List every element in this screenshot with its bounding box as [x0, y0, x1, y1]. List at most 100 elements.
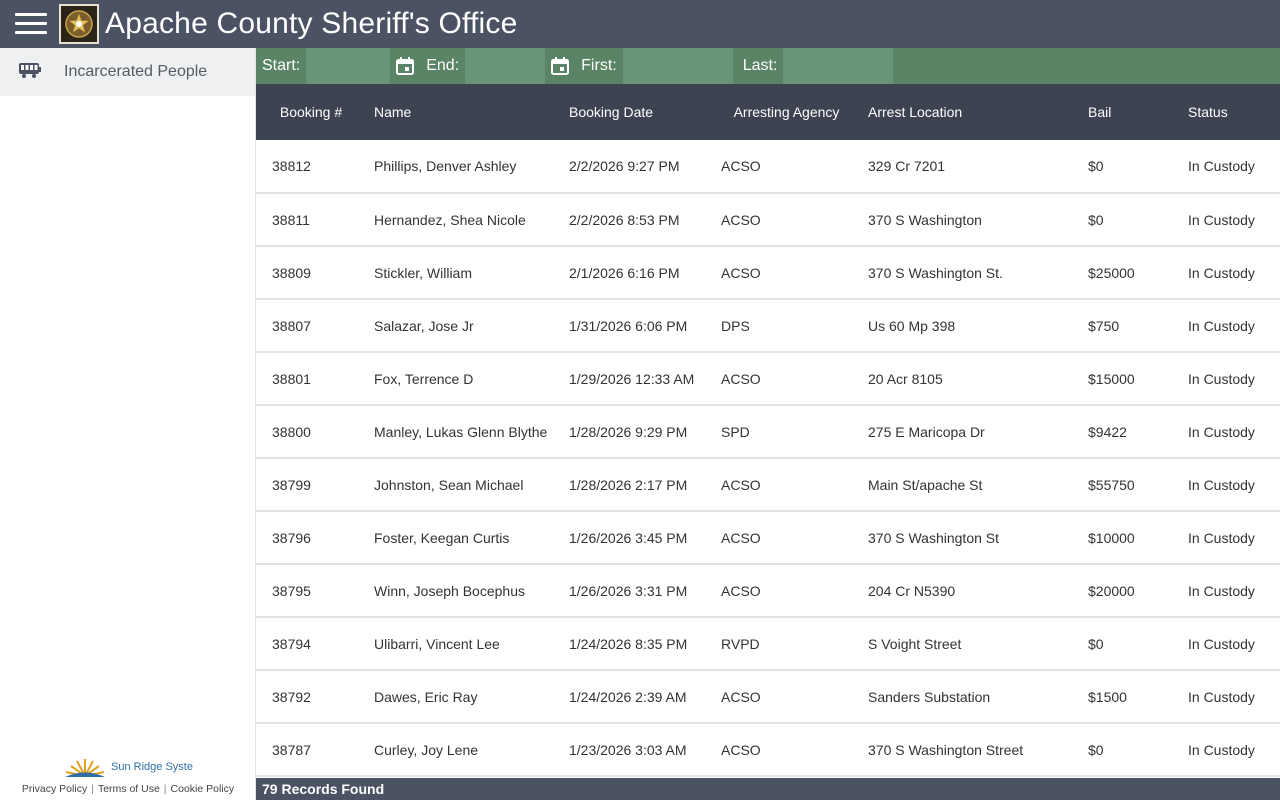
cell-name: Phillips, Denver Ashley — [366, 140, 561, 194]
cell-name: Fox, Terrence D — [366, 352, 561, 406]
inmate-table: Booking # Name Booking Date Arresting Ag… — [256, 84, 1280, 777]
cell-date: 2/2/2026 9:27 PM — [561, 140, 713, 194]
last-name-input[interactable] — [783, 48, 894, 84]
terms-of-use-link[interactable]: Terms of Use — [98, 783, 160, 795]
cell-booking: 38811 — [256, 193, 366, 247]
sidebar: Incarcerated People Sun Ridge Syste Priv… — [0, 48, 256, 800]
last-label: Last: — [742, 57, 778, 74]
cell-status: In Custody — [1180, 511, 1280, 565]
cell-date: 1/26/2026 3:31 PM — [561, 564, 713, 618]
cell-bail: $1500 — [1080, 670, 1180, 724]
col-header-name[interactable]: Name — [366, 84, 561, 140]
cell-name: Stickler, William — [366, 246, 561, 300]
cell-name: Ulibarri, Vincent Lee — [366, 617, 561, 671]
col-header-bail[interactable]: Bail — [1080, 84, 1180, 140]
table-row[interactable]: 38811 Hernandez, Shea Nicole 2/2/2026 8:53… — [256, 193, 1280, 247]
table-row[interactable]: 38792 Dawes, Eric Ray 1/24/2026 2:39 AM ACS… — [256, 670, 1280, 724]
cell-agency: SPD — [713, 405, 860, 459]
cell-booking: 38799 — [256, 458, 366, 512]
cell-status: In Custody — [1180, 405, 1280, 459]
cell-status: In Custody — [1180, 617, 1280, 671]
table-row[interactable]: 38794 Ulibarri, Vincent Lee 1/24/2026 8:35… — [256, 617, 1280, 671]
cell-status: In Custody — [1180, 723, 1280, 777]
cell-bail: $25000 — [1080, 246, 1180, 300]
sunrise-icon — [65, 759, 106, 777]
first-name-input[interactable] — [622, 48, 733, 84]
cell-booking: 38795 — [256, 564, 366, 618]
cell-date: 1/26/2026 3:45 PM — [561, 511, 713, 565]
table-row[interactable]: 38809 Stickler, William 2/1/2026 6:16 PM AC… — [256, 246, 1280, 300]
col-header-location[interactable]: Arrest Location — [860, 84, 1080, 140]
table-row[interactable]: 38812 Phillips, Denver Ashley 2/2/2026 9:2… — [256, 140, 1280, 194]
table-row[interactable]: 38801 Fox, Terrence D 1/29/2026 12:33 AM AC… — [256, 352, 1280, 406]
cookie-policy-link[interactable]: Cookie Policy — [171, 783, 235, 795]
cell-location: 370 S Washington St. — [860, 246, 1080, 300]
cell-location: 329 Cr 7201 — [860, 140, 1080, 194]
cell-booking: 38800 — [256, 405, 366, 459]
cell-date: 2/2/2026 8:53 PM — [561, 193, 713, 247]
cell-bail: $9422 — [1080, 405, 1180, 459]
col-header-agency[interactable]: Arresting Agency — [713, 84, 860, 140]
sidebar-item-label: Incarcerated People — [64, 63, 208, 80]
inmate-table-container[interactable]: Booking # Name Booking Date Arresting Ag… — [256, 84, 1280, 778]
cell-date: 1/29/2026 12:33 AM — [561, 352, 713, 406]
privacy-policy-link[interactable]: Privacy Policy — [22, 783, 87, 795]
cell-bail: $0 — [1080, 617, 1180, 671]
end-date-input[interactable] — [465, 48, 546, 84]
cell-location: 370 S Washington St — [860, 511, 1080, 565]
cell-booking: 38809 — [256, 246, 366, 300]
table-row[interactable]: 38799 Johnston, Sean Michael 1/28/2026 2:1… — [256, 458, 1280, 512]
table-row[interactable]: 38807 Salazar, Jose Jr 1/31/2026 6:06 PM DP… — [256, 299, 1280, 353]
cell-location: 370 S Washington — [860, 193, 1080, 247]
end-label: End: — [426, 57, 460, 74]
cell-agency: ACSO — [713, 352, 860, 406]
cell-bail: $750 — [1080, 299, 1180, 353]
end-calendar-icon[interactable] — [545, 48, 575, 84]
cell-agency: ACSO — [713, 458, 860, 512]
cell-location: 204 Cr N5390 — [860, 564, 1080, 618]
cell-booking: 38794 — [256, 617, 366, 671]
cell-booking: 38801 — [256, 352, 366, 406]
app-header: Apache County Sheriff's Office — [0, 0, 1280, 48]
first-label: First: — [581, 57, 617, 74]
start-calendar-icon[interactable] — [390, 48, 420, 84]
cell-date: 1/24/2026 2:39 AM — [561, 670, 713, 724]
cell-bail: $0 — [1080, 723, 1180, 777]
cell-date: 1/28/2026 2:17 PM — [561, 458, 713, 512]
cell-bail: $0 — [1080, 140, 1180, 194]
cell-name: Hernandez, Shea Nicole — [366, 193, 561, 247]
cell-agency: ACSO — [713, 193, 860, 247]
cell-booking: 38812 — [256, 140, 366, 194]
table-row[interactable]: 38787 Curley, Joy Lene 1/23/2026 3:03 AM AC… — [256, 723, 1280, 777]
cell-status: In Custody — [1180, 299, 1280, 353]
cell-bail: $0 — [1080, 193, 1180, 247]
col-header-booking-date[interactable]: Booking Date — [561, 84, 713, 140]
cell-agency: DPS — [713, 299, 860, 353]
cell-agency: RVPD — [713, 617, 860, 671]
start-date-input[interactable] — [306, 48, 391, 84]
table-header-row: Booking # Name Booking Date Arresting Ag… — [256, 84, 1280, 140]
col-header-status[interactable]: Status — [1180, 84, 1280, 140]
bus-icon — [18, 61, 42, 84]
table-row[interactable]: 38795 Winn, Joseph Bocephus 1/26/2026 3:31… — [256, 564, 1280, 618]
cell-booking: 38807 — [256, 299, 366, 353]
sun-ridge-logo[interactable]: Sun Ridge Syste — [0, 752, 256, 782]
cell-agency: ACSO — [713, 670, 860, 724]
cell-bail: $15000 — [1080, 352, 1180, 406]
cell-name: Curley, Joy Lene — [366, 723, 561, 777]
cell-name: Johnston, Sean Michael — [366, 458, 561, 512]
cell-date: 1/23/2026 3:03 AM — [561, 723, 713, 777]
cell-name: Manley, Lukas Glenn Blythe — [366, 405, 561, 459]
col-header-booking[interactable]: Booking # — [256, 84, 366, 140]
sidebar-item-incarcerated-people[interactable]: Incarcerated People — [0, 48, 255, 96]
cell-booking: 38787 — [256, 723, 366, 777]
cell-status: In Custody — [1180, 246, 1280, 300]
hamburger-menu-icon[interactable] — [15, 12, 47, 36]
cell-name: Winn, Joseph Bocephus — [366, 564, 561, 618]
table-row[interactable]: 38800 Manley, Lukas Glenn Blythe 1/28/2026… — [256, 405, 1280, 459]
cell-booking: 38796 — [256, 511, 366, 565]
cell-bail: $55750 — [1080, 458, 1180, 512]
table-row[interactable]: 38796 Foster, Keegan Curtis 1/26/2026 3:45… — [256, 511, 1280, 565]
start-label: Start: — [262, 57, 301, 74]
cell-location: Us 60 Mp 398 — [860, 299, 1080, 353]
